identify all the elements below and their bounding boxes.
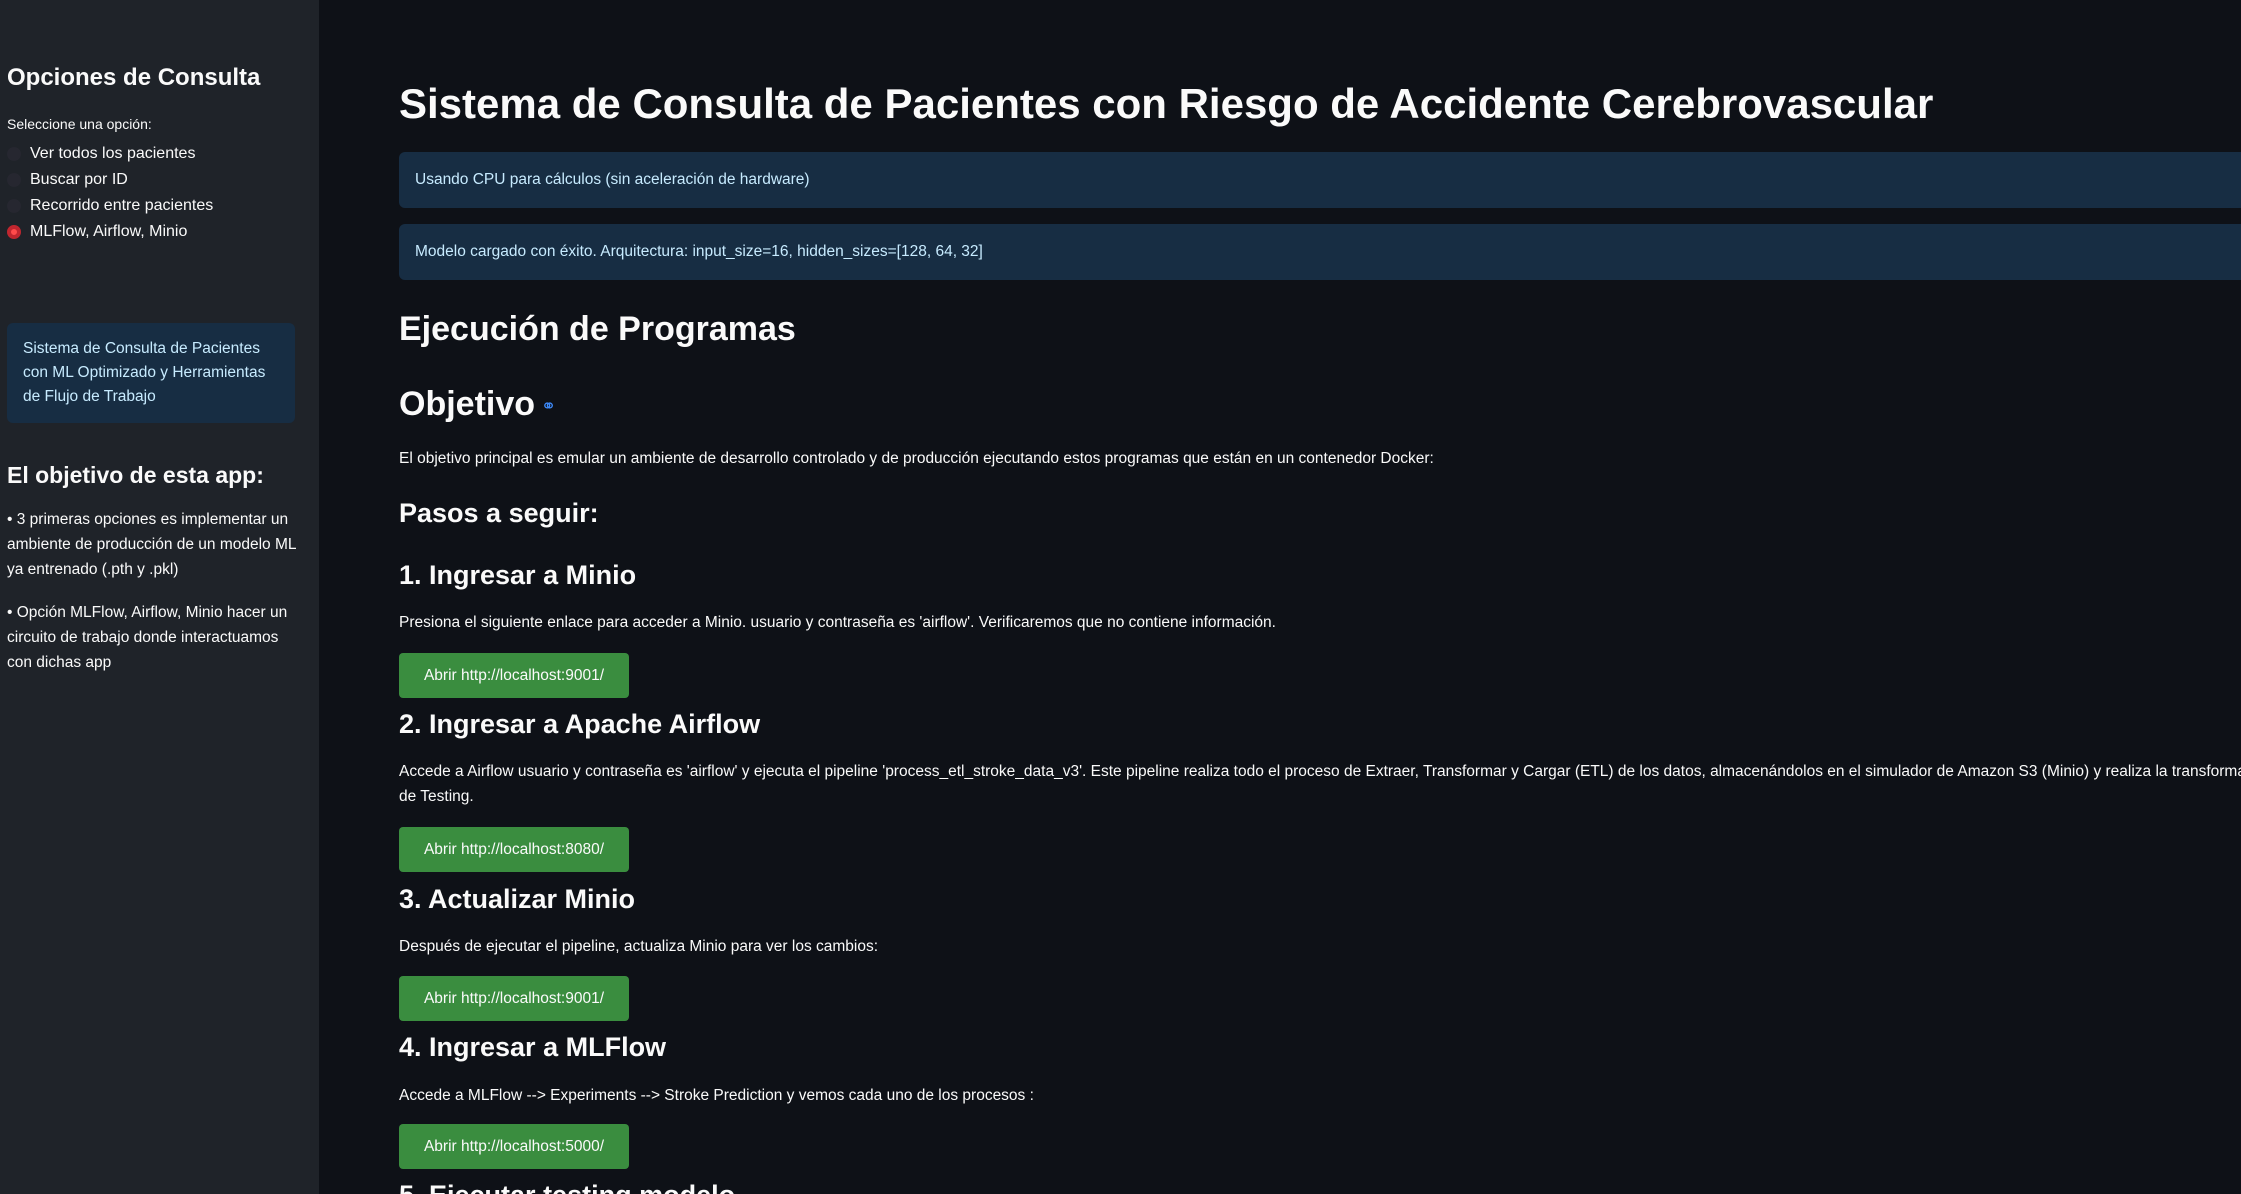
- radio-option-label: MLFlow, Airflow, Minio: [30, 223, 188, 240]
- open-mlflow-button[interactable]: Abrir http://localhost:5000/: [399, 1124, 629, 1169]
- objective-text: El objetivo principal es emular un ambie…: [399, 450, 1434, 467]
- step-heading-testing: 5. Ejecutar testing modelo: [399, 1180, 735, 1194]
- section-title: Ejecución de Programas: [399, 310, 796, 348]
- link-icon[interactable]: ⚭: [541, 396, 556, 417]
- objective-item: • Opción MLFlow, Airflow, Minio hacer un…: [7, 604, 288, 671]
- main-content: Sistema de Consulta de Pacientes con Rie…: [399, 0, 2241, 1194]
- radio-button-icon[interactable]: [7, 173, 21, 187]
- radio-option-buscar-id[interactable]: Buscar por ID: [7, 167, 213, 193]
- open-minio-refresh-button[interactable]: Abrir http://localhost:9001/: [399, 976, 629, 1021]
- objective-title-text: Objetivo: [399, 385, 536, 423]
- sidebar-title: Opciones de Consulta: [7, 64, 261, 91]
- sidebar: Opciones de Consulta Seleccione una opci…: [0, 0, 319, 1194]
- objective-item: • 3 primeras opciones es implementar un …: [7, 511, 296, 578]
- step-heading-minio: 1. Ingresar a Minio: [399, 560, 637, 590]
- radio-button-icon[interactable]: [7, 199, 21, 213]
- steps-title: Pasos a seguir:: [399, 498, 599, 528]
- step-text-airflow: Accede a Airflow usuario y contraseña es…: [399, 763, 2241, 780]
- info-alert-cpu: Usando CPU para cálculos (sin aceleració…: [399, 152, 2241, 208]
- open-minio-button[interactable]: Abrir http://localhost:9001/: [399, 653, 629, 698]
- radio-option-mlflow[interactable]: MLFlow, Airflow, Minio: [7, 219, 213, 245]
- sidebar-info-box: Sistema de Consulta de Pacientes con ML …: [7, 323, 295, 423]
- radio-group: Ver todos los pacientes Buscar por ID Re…: [7, 141, 213, 245]
- step-heading-update-minio: 3. Actualizar Minio: [399, 884, 636, 914]
- radio-option-ver-todos[interactable]: Ver todos los pacientes: [7, 141, 213, 167]
- app-root: Opciones de Consulta Seleccione una opci…: [0, 0, 2241, 1194]
- radio-option-label: Buscar por ID: [30, 171, 128, 188]
- radio-option-label: Recorrido entre pacientes: [30, 197, 214, 214]
- radio-group-label: Seleccione una opción:: [7, 116, 152, 132]
- objective-title: Objetivo ⚭: [399, 385, 556, 424]
- info-alert-model: Modelo cargado con éxito. Arquitectura: …: [399, 224, 2241, 280]
- radio-option-label: Ver todos los pacientes: [30, 145, 196, 162]
- step-text-update-minio: Después de ejecutar el pipeline, actuali…: [399, 938, 879, 955]
- step-heading-mlflow: 4. Ingresar a MLFlow: [399, 1032, 667, 1062]
- step-text-airflow-cont: de Testing.: [399, 788, 474, 805]
- radio-button-icon[interactable]: [7, 147, 21, 161]
- radio-option-recorrido[interactable]: Recorrido entre pacientes: [7, 193, 213, 219]
- open-airflow-button[interactable]: Abrir http://localhost:8080/: [399, 827, 629, 872]
- objective-heading: El objetivo de esta app:: [7, 462, 264, 488]
- step-heading-airflow: 2. Ingresar a Apache Airflow: [399, 709, 761, 739]
- page-title: Sistema de Consulta de Pacientes con Rie…: [399, 80, 1934, 127]
- step-text-minio: Presiona el siguiente enlace para accede…: [399, 614, 1276, 631]
- step-text-mlflow: Accede a MLFlow --> Experiments --> Stro…: [399, 1087, 1034, 1104]
- radio-button-selected-icon[interactable]: [7, 225, 21, 239]
